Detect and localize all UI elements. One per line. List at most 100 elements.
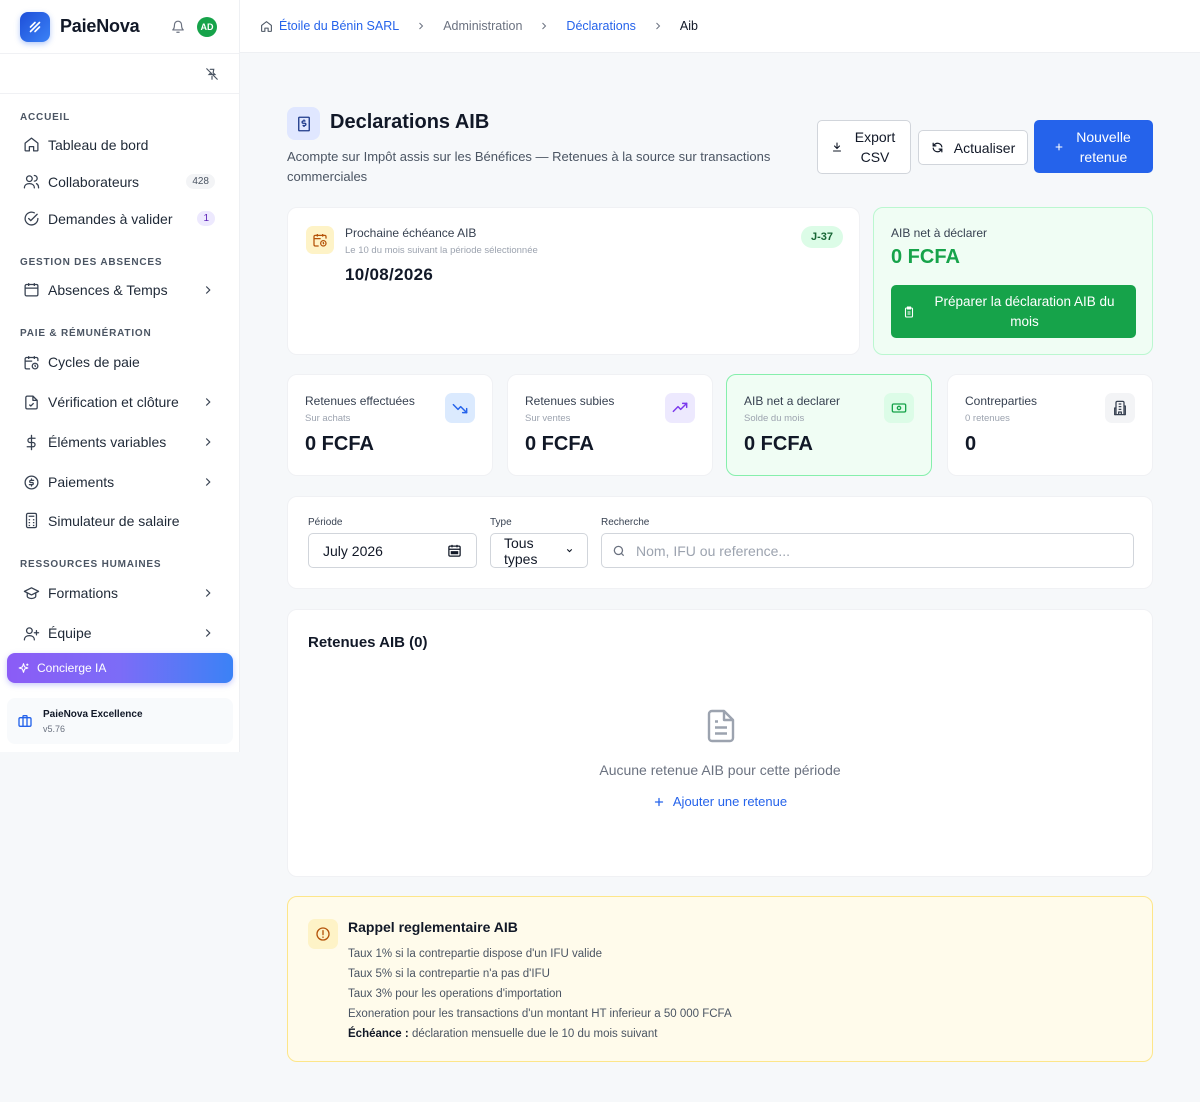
stat-card-retenues-effectuees: Retenues effectuées Sur achats 0 FCFA <box>287 374 493 476</box>
empty-state-text: Aucune retenue AIB pour cette période <box>599 762 841 778</box>
sidebar-item-absences[interactable]: Absences & Temps <box>0 271 239 308</box>
calendar-icon <box>447 543 462 558</box>
chevron-right-icon <box>415 20 427 32</box>
avatar[interactable]: AD <box>197 16 217 37</box>
chevron-right-icon <box>201 435 215 449</box>
breadcrumb-company[interactable]: Étoile du Bénin SARL <box>279 19 399 33</box>
new-label: Nouvelle retenue <box>1076 128 1131 165</box>
alert-circle-icon <box>308 919 338 949</box>
export-csv-button[interactable]: Export CSV <box>817 120 911 174</box>
refresh-button[interactable]: Actualiser <box>918 130 1028 165</box>
sidebar-item-dashboard[interactable]: Tableau de bord <box>0 126 239 163</box>
sidebar-item-collaborateurs[interactable]: Collaborateurs 428 <box>0 163 239 200</box>
add-retenue-link[interactable]: Ajouter une retenue <box>288 794 1152 809</box>
stat-card-retenues-subies: Retenues subies Sur ventes 0 FCFA <box>507 374 713 476</box>
sidebar-item-demandes[interactable]: Demandes à valider 1 <box>0 200 239 237</box>
deadline-hint: Le 10 du mois suivant la période sélecti… <box>345 245 538 256</box>
sparkles-icon <box>17 662 30 675</box>
stat-value: 0 FCFA <box>744 433 813 455</box>
stat-label: AIB net a declarer <box>744 394 841 408</box>
reminder-line: Taux 3% pour les operations d'importatio… <box>348 988 562 1000</box>
user-plus-icon <box>23 625 40 642</box>
search-icon <box>612 544 626 558</box>
sidebar-item-simulateur[interactable]: Simulateur de salaire <box>0 502 239 539</box>
clipboard-icon <box>903 305 915 318</box>
refresh-icon <box>931 141 944 154</box>
dollar-icon <box>23 434 40 451</box>
count-badge: 1 <box>197 211 215 226</box>
retenues-list-card: Retenues AIB (0) Aucune retenue AIB pour… <box>287 609 1153 877</box>
deadline-text: déclaration mensuelle due le 10 du mois … <box>411 1028 658 1040</box>
breadcrumb-administration[interactable]: Administration <box>443 19 522 33</box>
bell-icon[interactable] <box>171 20 185 34</box>
stat-value: 0 <box>965 433 977 455</box>
trending-up-icon <box>665 393 695 423</box>
sidebar-item-label: Demandes à valider <box>48 210 173 227</box>
topbar: Étoile du Bénin SARL Administration Décl… <box>240 0 1200 53</box>
search-input[interactable]: Nom, IFU ou reference... <box>601 533 1134 568</box>
type-value: Tous types <box>504 534 538 567</box>
stat-value: 0 FCFA <box>525 433 594 455</box>
pin-off-icon[interactable] <box>205 67 219 81</box>
refresh-label: Actualiser <box>953 139 1016 156</box>
breadcrumb-current: Aib <box>679 19 698 33</box>
regulatory-reminder-card: Rappel reglementaire AIB Taux 1% si la c… <box>287 896 1153 1062</box>
reminder-title: Rappel reglementaire AIB <box>348 919 518 935</box>
deadline-strong: Échéance : <box>348 1028 409 1040</box>
section-title-absences: GESTION DES ABSENCES <box>20 257 163 268</box>
stat-sub: Sur ventes <box>525 413 571 424</box>
logo-icon[interactable] <box>20 11 50 42</box>
sidebar-item-label: Cycles de paie <box>48 354 140 370</box>
export-label: Export CSV <box>854 129 896 165</box>
reminder-line: Taux 1% si la contrepartie dispose d'un … <box>348 948 603 960</box>
sidebar-item-equipe[interactable]: Équipe <box>0 613 239 642</box>
sidebar-item-label: Absences & Temps <box>48 281 168 298</box>
sidebar-item-paiements[interactable]: Paiements <box>0 462 239 502</box>
sidebar-item-label: Collaborateurs <box>48 173 140 190</box>
plus-icon <box>1054 142 1064 152</box>
chevron-right-icon <box>538 20 550 32</box>
stat-sub: Solde du mois <box>744 413 805 424</box>
reminder-line: Taux 5% si la contrepartie n'a pas d'IFU <box>348 968 550 980</box>
graduation-cap-icon <box>23 585 40 602</box>
chevron-down-icon <box>565 546 574 555</box>
period-label: Période <box>308 517 343 528</box>
brand-name: PaieNova <box>60 16 140 36</box>
receipt-dollar-icon <box>287 107 320 140</box>
new-retenue-button[interactable]: Nouvelle retenue <box>1034 120 1153 173</box>
sidebar-pin-row <box>0 54 239 94</box>
stat-card-contreparties: Contreparties 0 retenues 0 <box>947 374 1153 476</box>
sidebar-item-label: Vérification et clôture <box>48 394 179 410</box>
reminder-list: Taux 1% si la contrepartie dispose d'un … <box>348 944 732 1044</box>
home-icon[interactable] <box>260 20 273 33</box>
countdown-badge: J-37 <box>800 226 843 248</box>
section-title-accueil: ACCUEIL <box>20 112 71 123</box>
plan-card[interactable]: PaieNova Excellence v5.76 <box>7 698 233 744</box>
page-subtitle: Acompte sur Impôt assis sur les Bénéfice… <box>287 149 771 184</box>
chevron-right-icon <box>201 395 215 409</box>
sidebar-item-verification[interactable]: Vérification et clôture <box>0 382 239 422</box>
sidebar-item-cycles[interactable]: Cycles de paie <box>0 342 239 382</box>
chevron-right-icon <box>201 283 215 297</box>
list-title: Retenues AIB (0) <box>308 634 428 651</box>
prepare-declaration-button[interactable]: Préparer la déclaration AIB du mois <box>891 285 1136 338</box>
sidebar-item-label: Formations <box>48 585 119 601</box>
concierge-ia-button[interactable]: Concierge IA <box>7 653 233 683</box>
stat-label: Retenues subies <box>525 394 615 408</box>
concierge-label: Concierge IA <box>37 661 107 675</box>
section-title-paie: PAIE & RÉMUNÉRATION <box>20 328 152 339</box>
sidebar-item-formations[interactable]: Formations <box>0 573 239 613</box>
sidebar-item-label: Équipe <box>48 625 92 641</box>
sidebar-item-elements-variables[interactable]: Éléments variables <box>0 422 239 462</box>
breadcrumb-declarations[interactable]: Déclarations <box>566 19 635 33</box>
plus-icon <box>653 796 665 808</box>
calculator-icon <box>23 512 40 529</box>
type-label: Type <box>490 517 512 528</box>
type-select[interactable]: Tous types <box>490 533 588 568</box>
briefcase-icon <box>17 713 33 729</box>
period-input[interactable]: July 2026 <box>308 533 477 568</box>
deadline-label: Prochaine échéance AIB <box>345 226 477 240</box>
stat-sub: Sur achats <box>305 413 351 424</box>
net-aib-value: 0 FCFA <box>891 246 960 268</box>
sidebar-item-label: Éléments variables <box>48 434 167 450</box>
